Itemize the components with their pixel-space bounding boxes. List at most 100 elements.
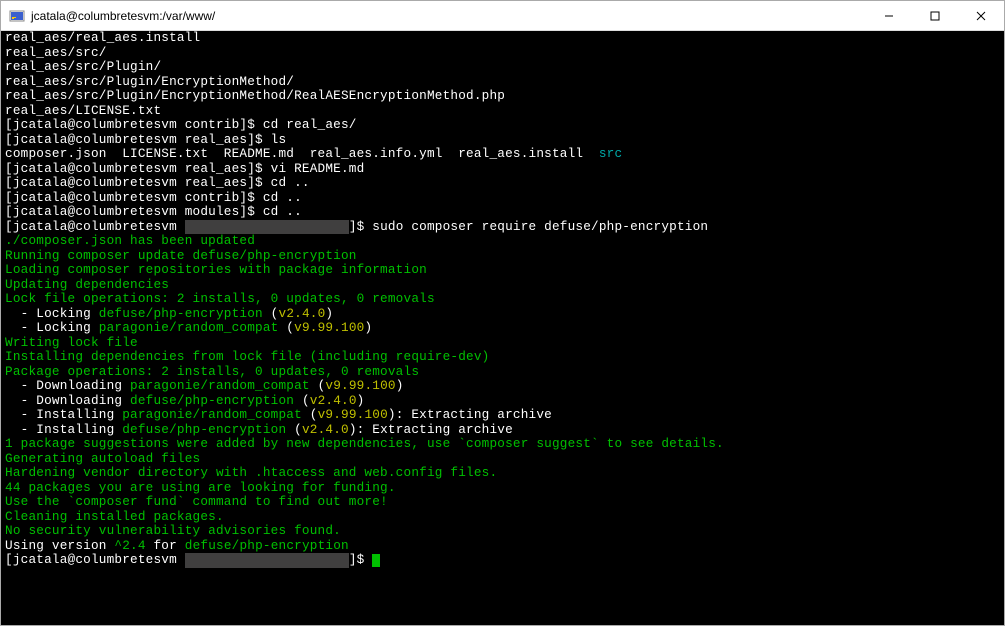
terminal-segment: [jcatala@columbretesvm modules]$ cd ..	[5, 204, 302, 219]
maximize-button[interactable]	[912, 1, 958, 31]
terminal-segment: Installing dependencies from lock file (…	[5, 349, 489, 364]
terminal-segment	[185, 553, 349, 568]
terminal-segment: - Installing	[5, 422, 122, 437]
terminal-segment: v9.99.100	[318, 407, 388, 422]
terminal-line: - Locking defuse/php-encryption (v2.4.0)	[5, 307, 1000, 322]
terminal-line: Writing lock file	[5, 336, 1000, 351]
terminal-segment: (	[294, 393, 310, 408]
terminal-segment: ./composer.json has been updated	[5, 233, 255, 248]
terminal-line: real_aes/src/Plugin/EncryptionMethod/	[5, 75, 1000, 90]
terminal-line: composer.json LICENSE.txt README.md real…	[5, 147, 1000, 162]
terminal-segment: Running composer update defuse/php-encry…	[5, 248, 357, 263]
terminal-segment: Hardening vendor directory with .htacces…	[5, 465, 497, 480]
terminal-line: Installing dependencies from lock file (…	[5, 350, 1000, 365]
terminal-segment: 1 package suggestions were added by new …	[5, 436, 724, 451]
terminal-line: - Downloading defuse/php-encryption (v2.…	[5, 394, 1000, 409]
terminal-segment	[185, 220, 349, 235]
terminal-segment: (	[286, 422, 302, 437]
terminal-segment: ^2.4	[114, 538, 145, 553]
terminal-segment: paragonie/random_compat	[130, 378, 310, 393]
terminal-line: Updating dependencies	[5, 278, 1000, 293]
terminal-content[interactable]: real_aes/real_aes.installreal_aes/src/re…	[1, 31, 1004, 625]
terminal-segment: for	[146, 538, 185, 553]
terminal-segment: paragonie/random_compat	[122, 407, 302, 422]
terminal-segment: ]$ sudo composer require defuse/php-encr…	[349, 219, 708, 234]
terminal-line: Generating autoload files	[5, 452, 1000, 467]
window-title: jcatala@columbretesvm:/var/www/	[31, 9, 866, 23]
terminal-line: ./composer.json has been updated	[5, 234, 1000, 249]
terminal-segment: real_aes/src/	[5, 45, 107, 60]
terminal-segment: )	[364, 320, 372, 335]
terminal-line: Using version ^2.4 for defuse/php-encryp…	[5, 539, 1000, 554]
terminal-line: [jcatala@columbretesvm ]$ sudo composer …	[5, 220, 1000, 235]
terminal-segment: - Downloading	[5, 393, 130, 408]
terminal-segment: composer.json LICENSE.txt README.md real…	[5, 146, 599, 161]
terminal-segment: [jcatala@columbretesvm contrib]$ cd ..	[5, 190, 302, 205]
close-button[interactable]	[958, 1, 1004, 31]
terminal-segment: v2.4.0	[279, 306, 326, 321]
terminal-segment: defuse/php-encryption	[130, 393, 294, 408]
terminal-line: [jcatala@columbretesvm contrib]$ cd ..	[5, 191, 1000, 206]
terminal-segment: [jcatala@columbretesvm real_aes]$ vi REA…	[5, 161, 364, 176]
terminal-line: - Installing paragonie/random_compat (v9…	[5, 408, 1000, 423]
terminal-segment: v2.4.0	[302, 422, 349, 437]
terminal-segment: real_aes/LICENSE.txt	[5, 103, 161, 118]
terminal-line: real_aes/src/Plugin/	[5, 60, 1000, 75]
terminal-segment: defuse/php-encryption	[99, 306, 263, 321]
terminal-segment: src	[599, 146, 622, 161]
terminal-segment: Writing lock file	[5, 335, 138, 350]
titlebar[interactable]: jcatala@columbretesvm:/var/www/	[1, 1, 1004, 31]
terminal-segment: real_aes/src/Plugin/EncryptionMethod/	[5, 74, 294, 89]
terminal-segment: Cleaning installed packages.	[5, 509, 224, 524]
terminal-line: No security vulnerability advisories fou…	[5, 524, 1000, 539]
terminal-segment: Generating autoload files	[5, 451, 200, 466]
terminal-line: [jcatala@columbretesvm modules]$ cd ..	[5, 205, 1000, 220]
terminal-line: real_aes/LICENSE.txt	[5, 104, 1000, 119]
window-controls	[866, 1, 1004, 31]
terminal-segment: (	[278, 320, 294, 335]
terminal-segment: )	[325, 306, 333, 321]
terminal-line: Lock file operations: 2 installs, 0 upda…	[5, 292, 1000, 307]
terminal-segment: ): Extracting archive	[388, 407, 552, 422]
terminal-segment: )	[396, 378, 404, 393]
terminal-segment: ): Extracting archive	[349, 422, 513, 437]
terminal-segment: - Locking	[5, 306, 99, 321]
terminal-segment: Lock file operations: 2 installs, 0 upda…	[5, 291, 435, 306]
minimize-button[interactable]	[866, 1, 912, 31]
terminal-line: 1 package suggestions were added by new …	[5, 437, 1000, 452]
terminal-segment: real_aes/src/Plugin/	[5, 59, 161, 74]
terminal-segment: 44 packages you are using are looking fo…	[5, 480, 396, 495]
terminal-segment: v9.99.100	[294, 320, 364, 335]
terminal-segment: Updating dependencies	[5, 277, 169, 292]
terminal-segment: No security vulnerability advisories fou…	[5, 523, 341, 538]
terminal-segment: (	[263, 306, 279, 321]
terminal-line: [jcatala@columbretesvm contrib]$ cd real…	[5, 118, 1000, 133]
terminal-segment: [jcatala@columbretesvm	[5, 552, 185, 567]
terminal-segment: real_aes/src/Plugin/EncryptionMethod/Rea…	[5, 88, 505, 103]
terminal-line: real_aes/src/Plugin/EncryptionMethod/Rea…	[5, 89, 1000, 104]
terminal-segment: Loading composer repositories with packa…	[5, 262, 427, 277]
terminal-line: Hardening vendor directory with .htacces…	[5, 466, 1000, 481]
terminal-line: [jcatala@columbretesvm real_aes]$ vi REA…	[5, 162, 1000, 177]
terminal-segment: [jcatala@columbretesvm contrib]$ cd real…	[5, 117, 357, 132]
terminal-line: 44 packages you are using are looking fo…	[5, 481, 1000, 496]
terminal-line: [jcatala@columbretesvm real_aes]$ cd ..	[5, 176, 1000, 191]
terminal-segment: [jcatala@columbretesvm real_aes]$ ls	[5, 132, 286, 147]
terminal-line: [jcatala@columbretesvm ]$	[5, 553, 1000, 568]
terminal-line: real_aes/real_aes.install	[5, 31, 1000, 46]
terminal-segment: )	[357, 393, 365, 408]
terminal-line: real_aes/src/	[5, 46, 1000, 61]
terminal-segment: v9.99.100	[325, 378, 395, 393]
terminal-line: Loading composer repositories with packa…	[5, 263, 1000, 278]
terminal-line: Use the `composer fund` command to find …	[5, 495, 1000, 510]
terminal-segment: (	[302, 407, 318, 422]
terminal-segment: defuse/php-encryption	[185, 538, 349, 553]
terminal-cursor	[372, 554, 380, 567]
putty-icon	[9, 8, 25, 24]
app-window: jcatala@columbretesvm:/var/www/ real_aes…	[0, 0, 1005, 626]
terminal-line: - Downloading paragonie/random_compat (v…	[5, 379, 1000, 394]
terminal-segment: paragonie/random_compat	[99, 320, 279, 335]
terminal-line: Cleaning installed packages.	[5, 510, 1000, 525]
terminal-segment: Using version	[5, 538, 114, 553]
terminal-segment: - Downloading	[5, 378, 130, 393]
